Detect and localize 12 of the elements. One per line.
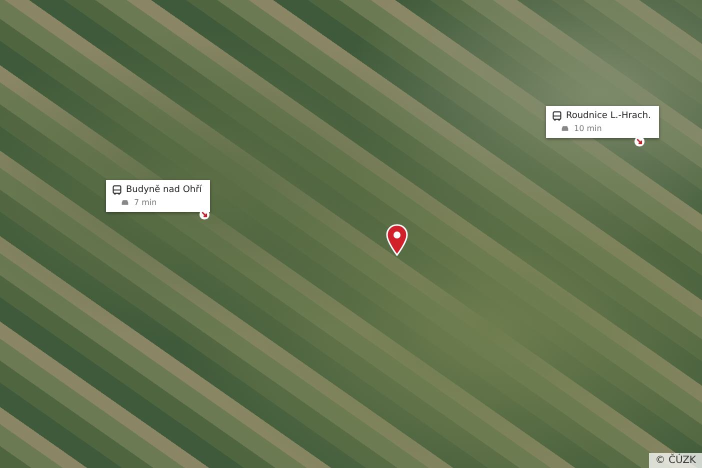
car-icon [561, 125, 569, 132]
car-icon [121, 199, 129, 206]
bus-icon [552, 111, 562, 121]
place-marker-icon[interactable] [634, 136, 645, 147]
place-name: Budyně nad Ohří [126, 185, 202, 195]
travel-time: 10 min [574, 124, 602, 133]
place-marker-icon[interactable] [199, 209, 210, 220]
location-pin-icon[interactable] [385, 224, 409, 256]
travel-time: 7 min [134, 198, 157, 207]
bus-icon [112, 185, 122, 195]
map-attribution: © ČÚZK [649, 453, 702, 468]
place-name: Roudnice L.-Hrach. [566, 111, 651, 121]
